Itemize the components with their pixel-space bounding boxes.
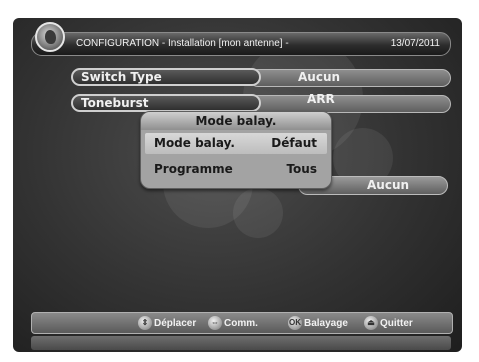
hint-label: Comm. bbox=[224, 317, 258, 329]
date-label: 13/07/2011 bbox=[390, 38, 440, 49]
dialog-title: Mode balay. bbox=[141, 112, 331, 130]
option-label: Programme bbox=[154, 162, 233, 176]
switch-type-value-pill bbox=[249, 69, 451, 87]
setting-row-switch-type[interactable]: Switch Type bbox=[71, 68, 261, 86]
up-down-arrows-icon: ⇕ bbox=[138, 316, 152, 330]
left-right-arrows-icon: ⇔ bbox=[208, 316, 222, 330]
footer-help-bar: ⇕ Déplacer ⇔ Comm. OK Balayage ⏏ Quitter bbox=[31, 312, 453, 334]
hint-label: Quitter bbox=[380, 317, 413, 329]
hint-quit[interactable]: ⏏ Quitter bbox=[364, 315, 413, 331]
scan-mode-dialog: Mode balay. Mode balay. Défaut Programme… bbox=[140, 111, 332, 189]
page-title: CONFIGURATION - Installation [mon antenn… bbox=[76, 38, 289, 49]
ok-button-icon: OK bbox=[288, 316, 302, 330]
hint-label: Déplacer bbox=[154, 317, 197, 329]
dialog-option-scan-mode[interactable]: Mode balay. Défaut bbox=[145, 133, 327, 154]
hint-command[interactable]: ⇔ Comm. bbox=[208, 315, 258, 331]
hint-move[interactable]: ⇕ Déplacer bbox=[138, 315, 196, 331]
dialog-option-programme[interactable]: Programme Tous bbox=[145, 159, 327, 180]
setting-value: Aucun bbox=[298, 70, 341, 84]
setting-label: Toneburst bbox=[81, 96, 149, 110]
option-label: Mode balay. bbox=[154, 136, 235, 150]
setting-row-toneburst[interactable]: Toneburst bbox=[71, 94, 261, 112]
tv-screen: CONFIGURATION - Installation [mon antenn… bbox=[13, 18, 462, 352]
setting-value: Aucun bbox=[367, 178, 410, 192]
option-value: Tous bbox=[286, 162, 317, 176]
footer-info-bar bbox=[31, 336, 451, 350]
hint-label: Balayage bbox=[304, 317, 348, 329]
option-value: Défaut bbox=[271, 136, 317, 150]
setting-value: ARR bbox=[307, 92, 335, 106]
satellite-dish-logo-icon bbox=[35, 22, 65, 52]
hint-scan[interactable]: OK Balayage bbox=[288, 315, 348, 331]
setting-label: Switch Type bbox=[81, 70, 162, 84]
background-bubble bbox=[233, 188, 283, 238]
exit-button-icon: ⏏ bbox=[364, 316, 378, 330]
title-bar: CONFIGURATION - Installation [mon antenn… bbox=[31, 32, 451, 56]
